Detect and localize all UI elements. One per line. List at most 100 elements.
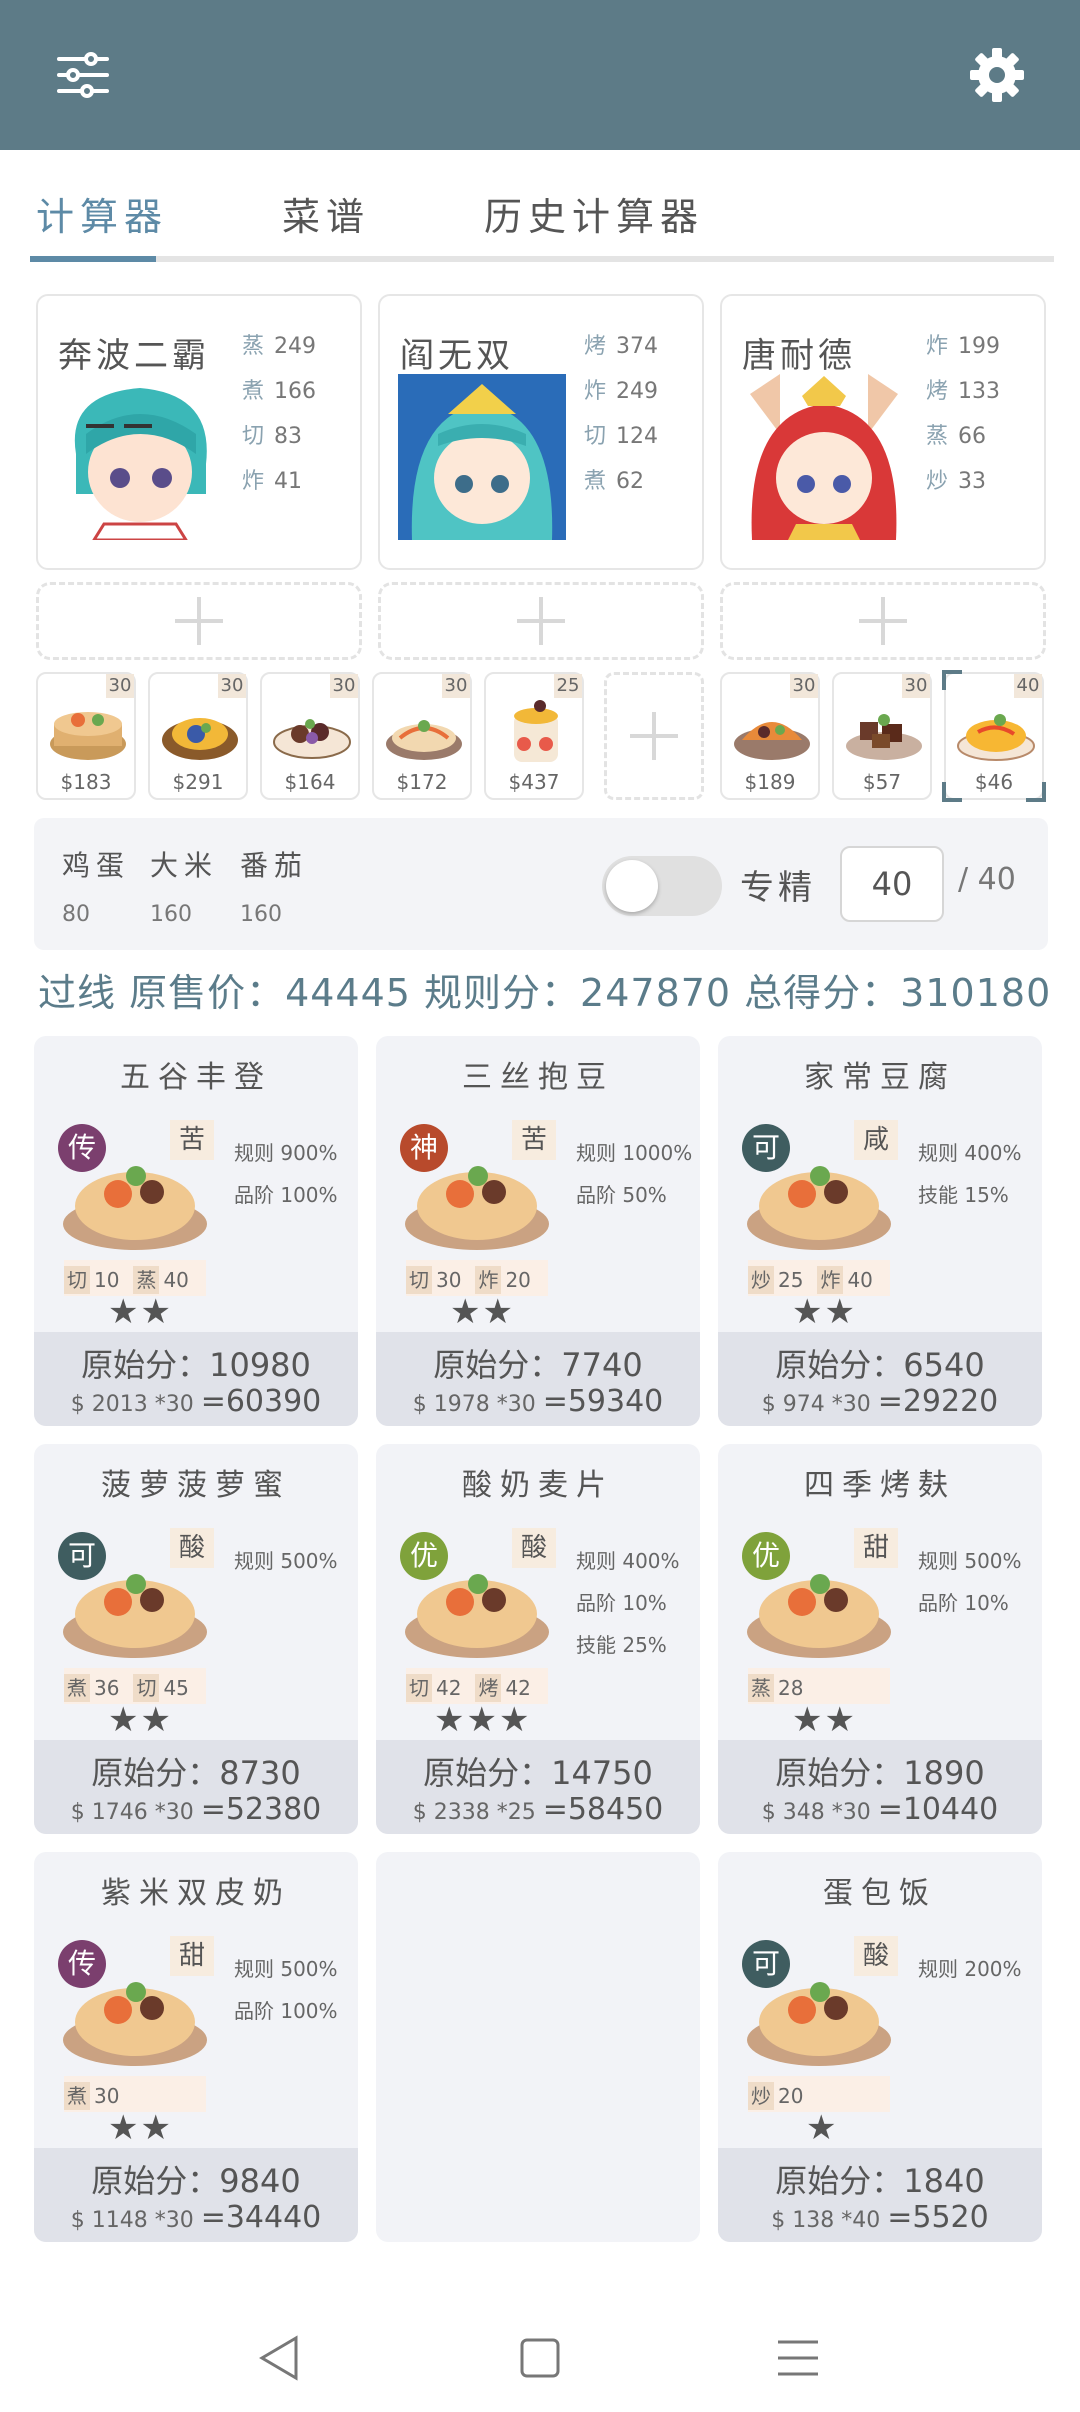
recipe-slot[interactable]: 30 $164 [260, 672, 360, 800]
score-footer: 原始分：1890 $ 348 *30 =10440 [718, 1740, 1042, 1834]
star-rating: ★ [806, 2108, 839, 2148]
menu-icon[interactable] [770, 2330, 826, 2386]
skill-requirements: 切 42 烤 42 [406, 1668, 548, 1704]
skill-requirement: 切 30 [406, 1264, 461, 1294]
flavor-tag: 咸 [854, 1120, 898, 1160]
recipe-price: $164 [284, 770, 336, 794]
recipe-slot[interactable]: 30 $57 [832, 672, 932, 800]
dish-card[interactable]: 蛋包饭 可 酸 规则 200% 炒 20 ★ 原始分：1840 $ 138 *40… [718, 1852, 1042, 2242]
rule-list: 规则 200% [918, 1948, 1022, 1990]
dish-card[interactable]: 紫米双皮奶 传 甜 规则 500% 品阶 100% 煮 30 ★★ 原始分：9840… [34, 1852, 358, 2242]
rule-bonus: 规则 400% [918, 1141, 1022, 1165]
flavor-tag: 甜 [854, 1528, 898, 1568]
empty-card-slot[interactable] [376, 1852, 700, 2242]
rule-bonus: 技能 15% [918, 1183, 1009, 1207]
raw-score: 原始分：6540 [775, 1346, 985, 1384]
skill-requirements: 蒸 28 [748, 1668, 890, 1704]
add-recipe-button[interactable] [604, 672, 704, 800]
tab-recipes[interactable]: 菜谱 [282, 186, 370, 241]
toggle-knob [606, 860, 658, 912]
filter-button[interactable] [46, 38, 120, 112]
skill-requirements: 煮 36 切 45 [64, 1668, 206, 1704]
rule-bonus: 规则 1000% [576, 1141, 693, 1165]
dish-image [846, 714, 922, 760]
flavor-tag: 甜 [170, 1936, 214, 1976]
skill-requirement: 煮 36 [64, 1672, 119, 1702]
skill-requirement: 切 45 [133, 1672, 189, 1702]
dish-title: 五谷丰登 [120, 1060, 272, 1095]
specialize-level-input[interactable]: 40 [840, 846, 944, 922]
grade-badge: 可 [742, 1940, 790, 1988]
dish-card[interactable]: 五谷丰登 传 苦 规则 900% 品阶 100% 切 10 蒸 40 ★★ 原始分：10… [34, 1036, 358, 1426]
dish-card[interactable]: 酸奶麦片 优 酸 规则 400% 品阶 10% 技能 25% 切 42 烤 42 ★★★ … [376, 1444, 700, 1834]
dish-card[interactable]: 四季烤麸 优 甜 规则 500% 品阶 10% 蒸 28 ★★ 原始分：1890 $… [718, 1444, 1042, 1834]
specialize-toggle[interactable] [602, 856, 722, 916]
chef-skill: 煮 166 [242, 379, 317, 404]
chef-card[interactable]: 阎无双 烤 374 炸 249 切 124 煮 62 [378, 294, 704, 570]
dish-image [386, 720, 462, 760]
raw-score: 原始分：9840 [91, 2162, 301, 2200]
recipe-price: $57 [862, 770, 902, 794]
flavor-tag: 酸 [512, 1528, 556, 1568]
dish-card[interactable]: 菠萝菠萝蜜 可 酸 规则 500% 煮 36 切 45 ★★ 原始分：8730 $ 1… [34, 1444, 358, 1834]
skill-requirement: 烤 42 [475, 1672, 531, 1702]
ingredient-item: 大米 160 [150, 849, 219, 927]
score-footer: 原始分：10980 $ 2013 *30 =60390 [34, 1332, 358, 1426]
plus-icon [517, 597, 565, 645]
recipe-slot[interactable]: 30 $183 [36, 672, 136, 800]
tab-history-calculator[interactable]: 历史计算器 [484, 186, 704, 241]
chef-name: 唐耐德 [742, 336, 856, 376]
recipe-slot[interactable]: 30 $189 [720, 672, 820, 800]
price-calculation: $ 2338 *25 =58450 [412, 1792, 664, 1827]
ingredient-item: 鸡蛋 80 [62, 849, 131, 927]
raw-score: 原始分：10980 [81, 1346, 311, 1384]
chef-skill: 炸 249 [584, 379, 659, 404]
dish-card[interactable]: 三丝抱豆 神 苦 规则 1000% 品阶 50% 切 30 炸 20 ★★ 原始分：77… [376, 1036, 700, 1426]
recipe-price: $183 [60, 770, 112, 794]
price-calculation: $ 1148 *30 =34440 [70, 2200, 322, 2235]
recipe-slot[interactable]: 25 $437 [484, 672, 584, 800]
flavor-tag: 苦 [170, 1120, 214, 1160]
chef-skill: 烤 133 [926, 379, 1001, 404]
raw-score: 原始分：7740 [433, 1346, 643, 1384]
chef-skill: 烤 374 [584, 334, 659, 359]
chef-card[interactable]: 唐耐德 炸 199 烤 133 蒸 66 炒 33 [720, 294, 1046, 570]
home-icon[interactable] [512, 2330, 568, 2386]
flavor-tag: 酸 [854, 1936, 898, 1976]
dish-title: 紫米双皮奶 [101, 1876, 291, 1911]
tab-calculator[interactable]: 计算器 [36, 186, 168, 241]
dish-card[interactable]: 家常豆腐 可 咸 规则 400% 技能 15% 炒 25 炸 40 ★★ 原始分：654… [718, 1036, 1042, 1426]
back-icon[interactable] [252, 2330, 308, 2386]
grade-badge: 优 [400, 1532, 448, 1580]
settings-button[interactable] [960, 38, 1034, 112]
recipe-slot[interactable]: 30 $291 [148, 672, 248, 800]
rule-bonus: 规则 500% [918, 1549, 1022, 1573]
dish-image [273, 719, 351, 759]
score-footer: 原始分：9840 $ 1148 *30 =34440 [34, 2148, 358, 2242]
recipe-price: $437 [508, 770, 560, 794]
dish-image [514, 700, 558, 762]
skill-requirements: 炒 20 [748, 2076, 890, 2112]
star-rating: ★★ [108, 2108, 173, 2148]
star-rating: ★★ [792, 1700, 857, 1740]
rule-bonus: 品阶 10% [576, 1591, 667, 1615]
recipe-slot[interactable]: 30 $172 [372, 672, 472, 800]
dish-image [50, 712, 126, 760]
add-equipment-button[interactable] [36, 582, 362, 660]
dish-total: =59340 [542, 1384, 664, 1419]
star-rating: ★★ [792, 1292, 857, 1332]
dish-title: 菠萝菠萝蜜 [101, 1468, 291, 1503]
dish-total: =58450 [542, 1792, 664, 1827]
chef-card[interactable]: 奔波二霸 蒸 249 煮 166 切 83 炸 41 [36, 294, 362, 570]
skill-requirement: 切 10 [64, 1264, 119, 1294]
specialize-max: / 40 [958, 862, 1016, 897]
dish-title: 家常豆腐 [804, 1060, 956, 1095]
rule-bonus: 技能 25% [576, 1633, 667, 1657]
plus-icon [630, 712, 678, 760]
recipe-slot-selected[interactable]: 40 $46 [942, 670, 1046, 802]
add-equipment-button[interactable] [720, 582, 1046, 660]
skill-requirements: 煮 30 [64, 2076, 206, 2112]
add-equipment-button[interactable] [378, 582, 704, 660]
rule-bonus: 品阶 100% [234, 1183, 338, 1207]
score-footer: 原始分：7740 $ 1978 *30 =59340 [376, 1332, 700, 1426]
